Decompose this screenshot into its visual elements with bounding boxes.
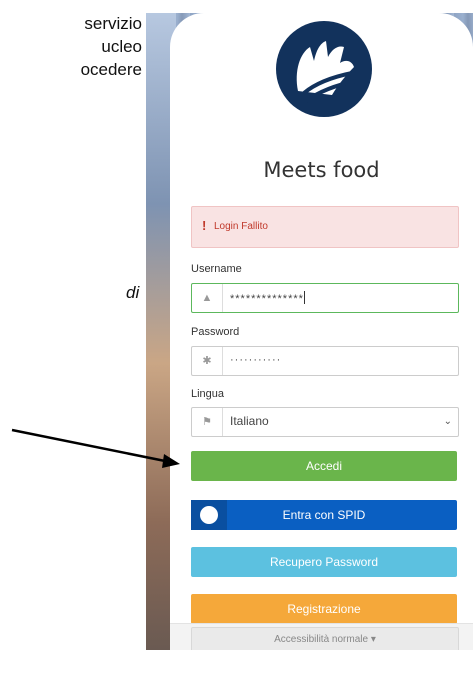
annotation-arrow <box>11 428 180 468</box>
